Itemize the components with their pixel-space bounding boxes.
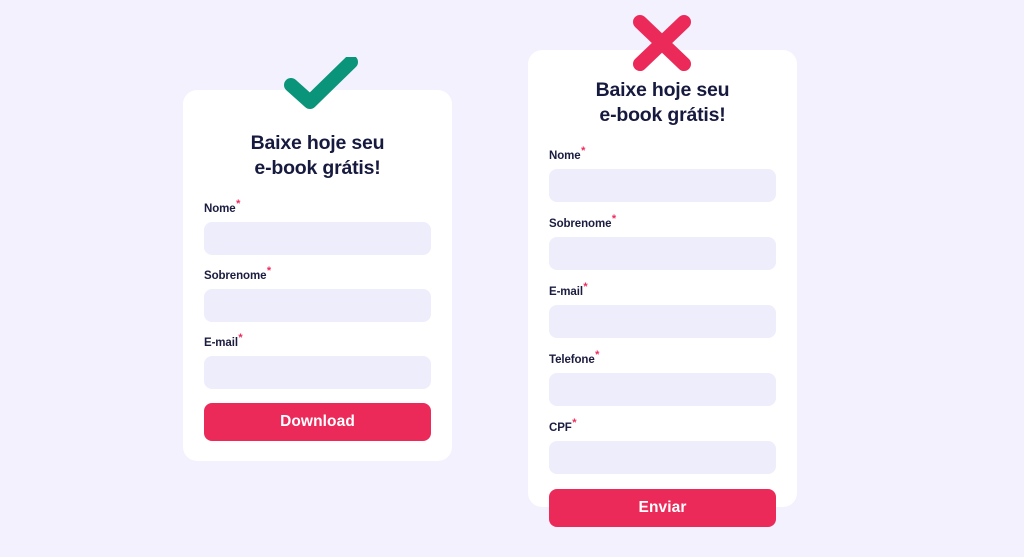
- field-label-text: CPF: [549, 422, 572, 434]
- card-title-bad-line2: e-book grátis!: [599, 104, 726, 126]
- field-nome-bad: Nome*: [549, 146, 776, 202]
- field-sobrenome-bad: Sobrenome*: [549, 214, 776, 270]
- field-email-bad: E-mail*: [549, 282, 776, 338]
- field-nome-good: Nome*: [204, 199, 431, 255]
- field-label-nome-good: Nome*: [204, 199, 431, 216]
- input-sobrenome-bad[interactable]: [549, 237, 776, 270]
- field-label-text: Sobrenome: [204, 270, 267, 282]
- field-label-sobrenome-good: Sobrenome*: [204, 266, 431, 283]
- field-sobrenome-good: Sobrenome*: [204, 266, 431, 322]
- input-email-bad[interactable]: [549, 305, 776, 338]
- field-label-text: Nome: [549, 150, 581, 162]
- input-cpf-bad[interactable]: [549, 441, 776, 474]
- download-button[interactable]: Download: [204, 403, 431, 441]
- input-email-good[interactable]: [204, 356, 431, 389]
- form-good: Nome* Sobrenome* E-mail* Download: [204, 199, 431, 441]
- form-card-good: Baixe hoje seu e-book grátis! Nome* Sobr…: [183, 90, 452, 461]
- form-bad: Nome* Sobrenome* E-mail* Telefone* CPF* …: [549, 146, 776, 527]
- form-card-bad: Baixe hoje seu e-book grátis! Nome* Sobr…: [528, 50, 797, 527]
- required-asterisk: *: [266, 265, 272, 278]
- required-asterisk: *: [595, 349, 600, 362]
- input-nome-bad[interactable]: [549, 169, 776, 202]
- field-label-email-bad: E-mail*: [549, 282, 776, 299]
- field-label-telefone-bad: Telefone*: [549, 350, 776, 367]
- field-label-text: E-mail: [549, 286, 583, 298]
- field-label-cpf-bad: CPF*: [549, 418, 776, 435]
- input-nome-good[interactable]: [204, 222, 431, 255]
- enviar-button[interactable]: Enviar: [549, 489, 776, 527]
- field-email-good: E-mail*: [204, 333, 431, 389]
- card-title-good-line1: Baixe hoje seu: [250, 132, 385, 154]
- field-label-text: Telefone: [549, 354, 595, 366]
- comparison-stage: Baixe hoje seu e-book grátis! Nome* Sobr…: [0, 0, 1024, 557]
- required-asterisk: *: [581, 145, 586, 158]
- required-asterisk: *: [236, 198, 241, 211]
- input-sobrenome-good[interactable]: [204, 289, 431, 322]
- card-title-bad-line1: Baixe hoje seu: [595, 79, 730, 101]
- field-label-text: Sobrenome: [549, 218, 612, 230]
- field-telefone-bad: Telefone*: [549, 350, 776, 406]
- field-label-sobrenome-bad: Sobrenome*: [549, 214, 776, 231]
- field-label-email-good: E-mail*: [204, 333, 431, 350]
- field-label-text: Nome: [204, 203, 236, 215]
- required-asterisk: *: [611, 213, 617, 226]
- field-label-text: E-mail: [204, 337, 238, 349]
- field-cpf-bad: CPF*: [549, 418, 776, 474]
- card-title-good-line2: e-book grátis!: [254, 157, 381, 179]
- card-title-bad: Baixe hoje seu e-book grátis!: [549, 78, 776, 128]
- card-title-good: Baixe hoje seu e-book grátis!: [204, 131, 431, 181]
- input-telefone-bad[interactable]: [549, 373, 776, 406]
- required-asterisk: *: [583, 281, 588, 294]
- required-asterisk: *: [572, 417, 577, 430]
- required-asterisk: *: [238, 332, 243, 345]
- field-label-nome-bad: Nome*: [549, 146, 776, 163]
